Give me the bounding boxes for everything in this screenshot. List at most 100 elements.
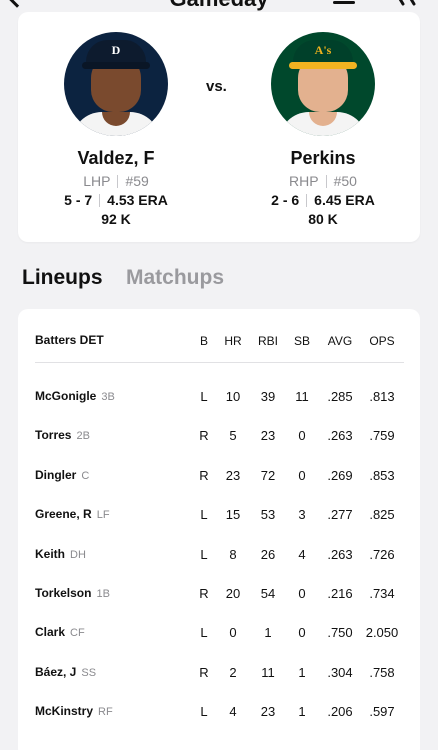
home-pitcher-strikeouts: 80 K bbox=[308, 211, 338, 227]
cell-hr: 4 bbox=[229, 704, 237, 720]
cell-avg: .263 bbox=[327, 546, 353, 562]
table-row[interactable]: Keith DH L 8 26 4.263.726 bbox=[18, 547, 420, 567]
cell-avg: .304 bbox=[327, 664, 353, 680]
cell-ops: .853 bbox=[369, 467, 395, 483]
home-pitcher-era: 6.45 ERA bbox=[314, 192, 375, 208]
batter-name[interactable]: McKinstry RF bbox=[35, 704, 113, 718]
cell-ops: .597 bbox=[369, 704, 395, 720]
home-pitcher-meta: RHP #50 bbox=[248, 173, 398, 189]
cell-hr: 2 bbox=[229, 664, 237, 680]
batter-position: LF bbox=[96, 509, 110, 522]
batter-name[interactable]: Clark CF bbox=[35, 625, 85, 639]
home-pitcher[interactable]: A's Perkins RHP #50 2 - 6 6.45 ERA 80 K bbox=[248, 12, 398, 227]
cell-hr: 15 bbox=[225, 507, 241, 523]
team-batters-header: Batters DET bbox=[35, 333, 104, 347]
batter-name[interactable]: Torres 2B bbox=[35, 428, 90, 442]
probable-pitchers-card: D Valdez, F LHP #59 5 - 7 4.53 ERA 92 K vs… bbox=[18, 12, 420, 242]
table-row[interactable]: Greene, R LF L 15 53 3.277.825 bbox=[18, 507, 420, 527]
batter-position: CF bbox=[70, 627, 85, 640]
home-pitcher-number: #50 bbox=[333, 173, 357, 189]
batter-name[interactable]: Greene, R LF bbox=[35, 507, 110, 521]
away-pitcher-avatar: D bbox=[64, 32, 168, 136]
batter-name-text: Keith bbox=[35, 546, 65, 561]
header-divider bbox=[35, 362, 404, 363]
page-title: Gameday bbox=[0, 0, 438, 12]
cell-sb: 3 bbox=[298, 507, 306, 523]
batter-name-text: Torkelson bbox=[35, 586, 92, 600]
cell-hr: 10 bbox=[225, 389, 241, 404]
table-row[interactable]: Clark CF L 0 1 0.750 2.050 bbox=[18, 625, 420, 645]
cell-avg: .277 bbox=[327, 507, 353, 523]
away-pitcher[interactable]: D Valdez, F LHP #59 5 - 7 4.53 ERA 92 K bbox=[41, 12, 191, 227]
cell-avg: .263 bbox=[327, 428, 353, 444]
home-pitcher-wl: 2 - 6 bbox=[271, 192, 300, 208]
batter-name-text: McGonigle bbox=[35, 389, 97, 403]
away-pitcher-name[interactable]: Valdez, F bbox=[41, 148, 191, 169]
cell-avg: .269 bbox=[327, 467, 353, 483]
batter-name-text: Greene, R bbox=[35, 507, 92, 522]
batter-name[interactable]: Torkelson 1B bbox=[35, 586, 110, 600]
cell-hr: 20 bbox=[225, 586, 241, 601]
cell-avg: .216 bbox=[327, 586, 353, 601]
away-pitcher-era: 4.53 ERA bbox=[107, 192, 168, 208]
tab-matchups[interactable]: Matchups bbox=[126, 266, 224, 290]
batter-name-text: Báez, J bbox=[35, 664, 77, 679]
cell-hr: 8 bbox=[229, 546, 237, 562]
cell-avg: .206 bbox=[327, 704, 353, 720]
col-header-avg: AVG bbox=[327, 334, 353, 348]
away-pitcher-meta: LHP #59 bbox=[41, 173, 191, 189]
col-header-sb: SB bbox=[293, 334, 310, 348]
batter-name[interactable]: Keith DH bbox=[35, 547, 86, 561]
batter-name-text: Torres bbox=[35, 428, 72, 443]
home-pitcher-hand: RHP bbox=[289, 173, 319, 189]
away-pitcher-number: #59 bbox=[125, 173, 149, 189]
col-header-ops: OPS bbox=[369, 334, 395, 348]
table-row[interactable]: McKinstry RF L 4 23 1.206.597 bbox=[18, 704, 420, 724]
table-row[interactable]: Dingler C R 23 72 0.269.853 bbox=[18, 468, 420, 488]
batter-name[interactable]: Báez, J SS bbox=[35, 665, 96, 679]
share-icon[interactable] bbox=[394, 0, 418, 6]
home-pitcher-avatar: A's bbox=[271, 32, 375, 136]
top-nav-bar: Gameday bbox=[0, 0, 438, 12]
cell-sb: 0 bbox=[298, 586, 306, 601]
cell-sb: 1 bbox=[298, 704, 306, 720]
cell-sb: 0 bbox=[298, 467, 306, 483]
cell-ops: .734 bbox=[369, 586, 395, 601]
table-row[interactable]: Báez, J SS R 2 11 1.304.758 bbox=[18, 665, 420, 685]
col-header-hr: HR bbox=[224, 334, 242, 348]
batter-position: SS bbox=[81, 666, 97, 679]
batter-position: C bbox=[81, 469, 90, 482]
cell-avg: .285 bbox=[327, 389, 353, 404]
tab-lineups[interactable]: Lineups bbox=[22, 266, 103, 290]
batter-position: 3B bbox=[101, 391, 115, 403]
table-row[interactable]: Torkelson 1B R 20 54 0.216.734 bbox=[18, 586, 420, 606]
cell-ops: .759 bbox=[369, 428, 395, 444]
away-pitcher-record: 5 - 7 4.53 ERA bbox=[41, 192, 191, 208]
away-pitcher-hand: LHP bbox=[83, 173, 111, 189]
cell-sb: 1 bbox=[298, 664, 306, 680]
batter-name-text: Clark bbox=[35, 625, 66, 640]
versus-label: vs. bbox=[206, 78, 227, 95]
table-row[interactable]: McGonigle 3B L 10 39 11.285.813 bbox=[18, 389, 420, 409]
cell-sb: 4 bbox=[298, 546, 306, 562]
cell-sb: 11 bbox=[295, 389, 309, 404]
cell-ops: .758 bbox=[369, 664, 395, 680]
home-pitcher-record: 2 - 6 6.45 ERA bbox=[248, 192, 398, 208]
menu-icon[interactable] bbox=[330, 0, 358, 8]
batter-position: 2B bbox=[76, 430, 90, 443]
cell-avg: .750 bbox=[327, 625, 353, 641]
batter-name-text: McKinstry bbox=[35, 704, 94, 719]
home-pitcher-name[interactable]: Perkins bbox=[248, 148, 398, 169]
batter-position: RF bbox=[98, 706, 113, 719]
cell-ops: .813 bbox=[369, 389, 395, 404]
cell-hr: 5 bbox=[229, 428, 237, 444]
cell-sb: 0 bbox=[298, 428, 306, 444]
away-pitcher-strikeouts: 92 K bbox=[101, 211, 131, 227]
lineup-table: Batters DET B HR RBI SB AVG OPS McGonigl… bbox=[18, 309, 420, 750]
batter-name[interactable]: Dingler C bbox=[35, 468, 89, 482]
batter-position: 1B bbox=[96, 588, 110, 600]
table-row[interactable]: Torres 2B R 5 23 0.263.759 bbox=[18, 428, 420, 448]
cell-ops: 2.050 bbox=[365, 625, 399, 641]
batter-name[interactable]: McGonigle 3B bbox=[35, 389, 115, 403]
cell-hr: 23 bbox=[225, 467, 241, 483]
